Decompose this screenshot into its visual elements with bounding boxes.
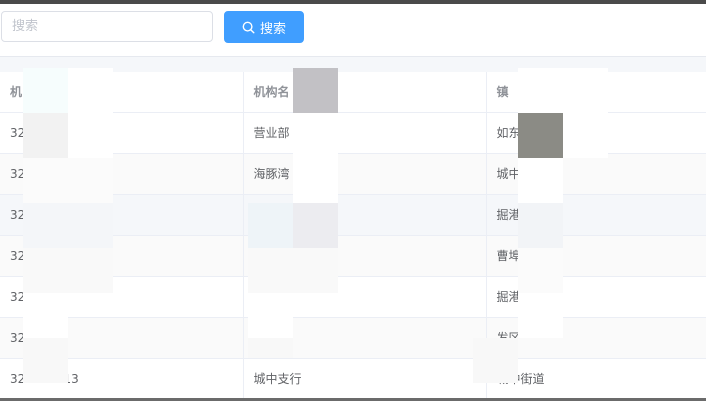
redaction-mask — [518, 158, 563, 203]
cell-town: 城中街道 — [486, 358, 706, 400]
redaction-mask — [248, 338, 293, 358]
redaction-mask — [473, 338, 518, 383]
column-header-org-name[interactable]: 机构名 — [243, 72, 487, 113]
search-button-label: 搜索 — [259, 21, 286, 37]
redaction-mask — [563, 113, 608, 158]
cell-org-name: 城中支行 — [243, 358, 487, 400]
redaction-mask — [518, 68, 608, 113]
table-row[interactable]: 32 2 行 发区 — [0, 317, 706, 359]
redaction-mask — [23, 293, 68, 338]
redaction-mask — [293, 68, 338, 113]
redaction-mask — [68, 68, 113, 113]
search-icon — [242, 21, 255, 34]
redaction-mask — [68, 113, 113, 158]
redaction-mask — [518, 248, 563, 293]
cell-org-name: 海豚湾 — [243, 153, 487, 195]
redaction-mask — [23, 203, 113, 248]
search-button[interactable]: 搜索 — [224, 11, 304, 43]
search-input[interactable] — [1, 11, 213, 42]
redaction-mask — [248, 293, 293, 338]
redaction-mask — [23, 113, 68, 158]
redaction-mask — [293, 158, 338, 203]
redaction-mask — [248, 203, 293, 248]
redaction-mask — [23, 158, 113, 203]
redaction-mask — [518, 113, 563, 158]
redaction-mask — [518, 293, 563, 338]
redaction-mask — [293, 113, 338, 158]
redaction-mask — [518, 203, 563, 248]
search-toolbar: 搜索 — [0, 4, 706, 56]
redaction-mask — [518, 338, 538, 358]
redaction-mask — [23, 248, 113, 293]
redaction-mask — [23, 338, 68, 383]
redaction-mask — [293, 203, 338, 248]
redaction-mask — [248, 248, 338, 293]
redaction-mask — [23, 68, 68, 113]
cell-org-name: 营业部 — [243, 112, 487, 154]
table-row[interactable]: 320623013 城中支行 城中街道 — [0, 358, 706, 400]
